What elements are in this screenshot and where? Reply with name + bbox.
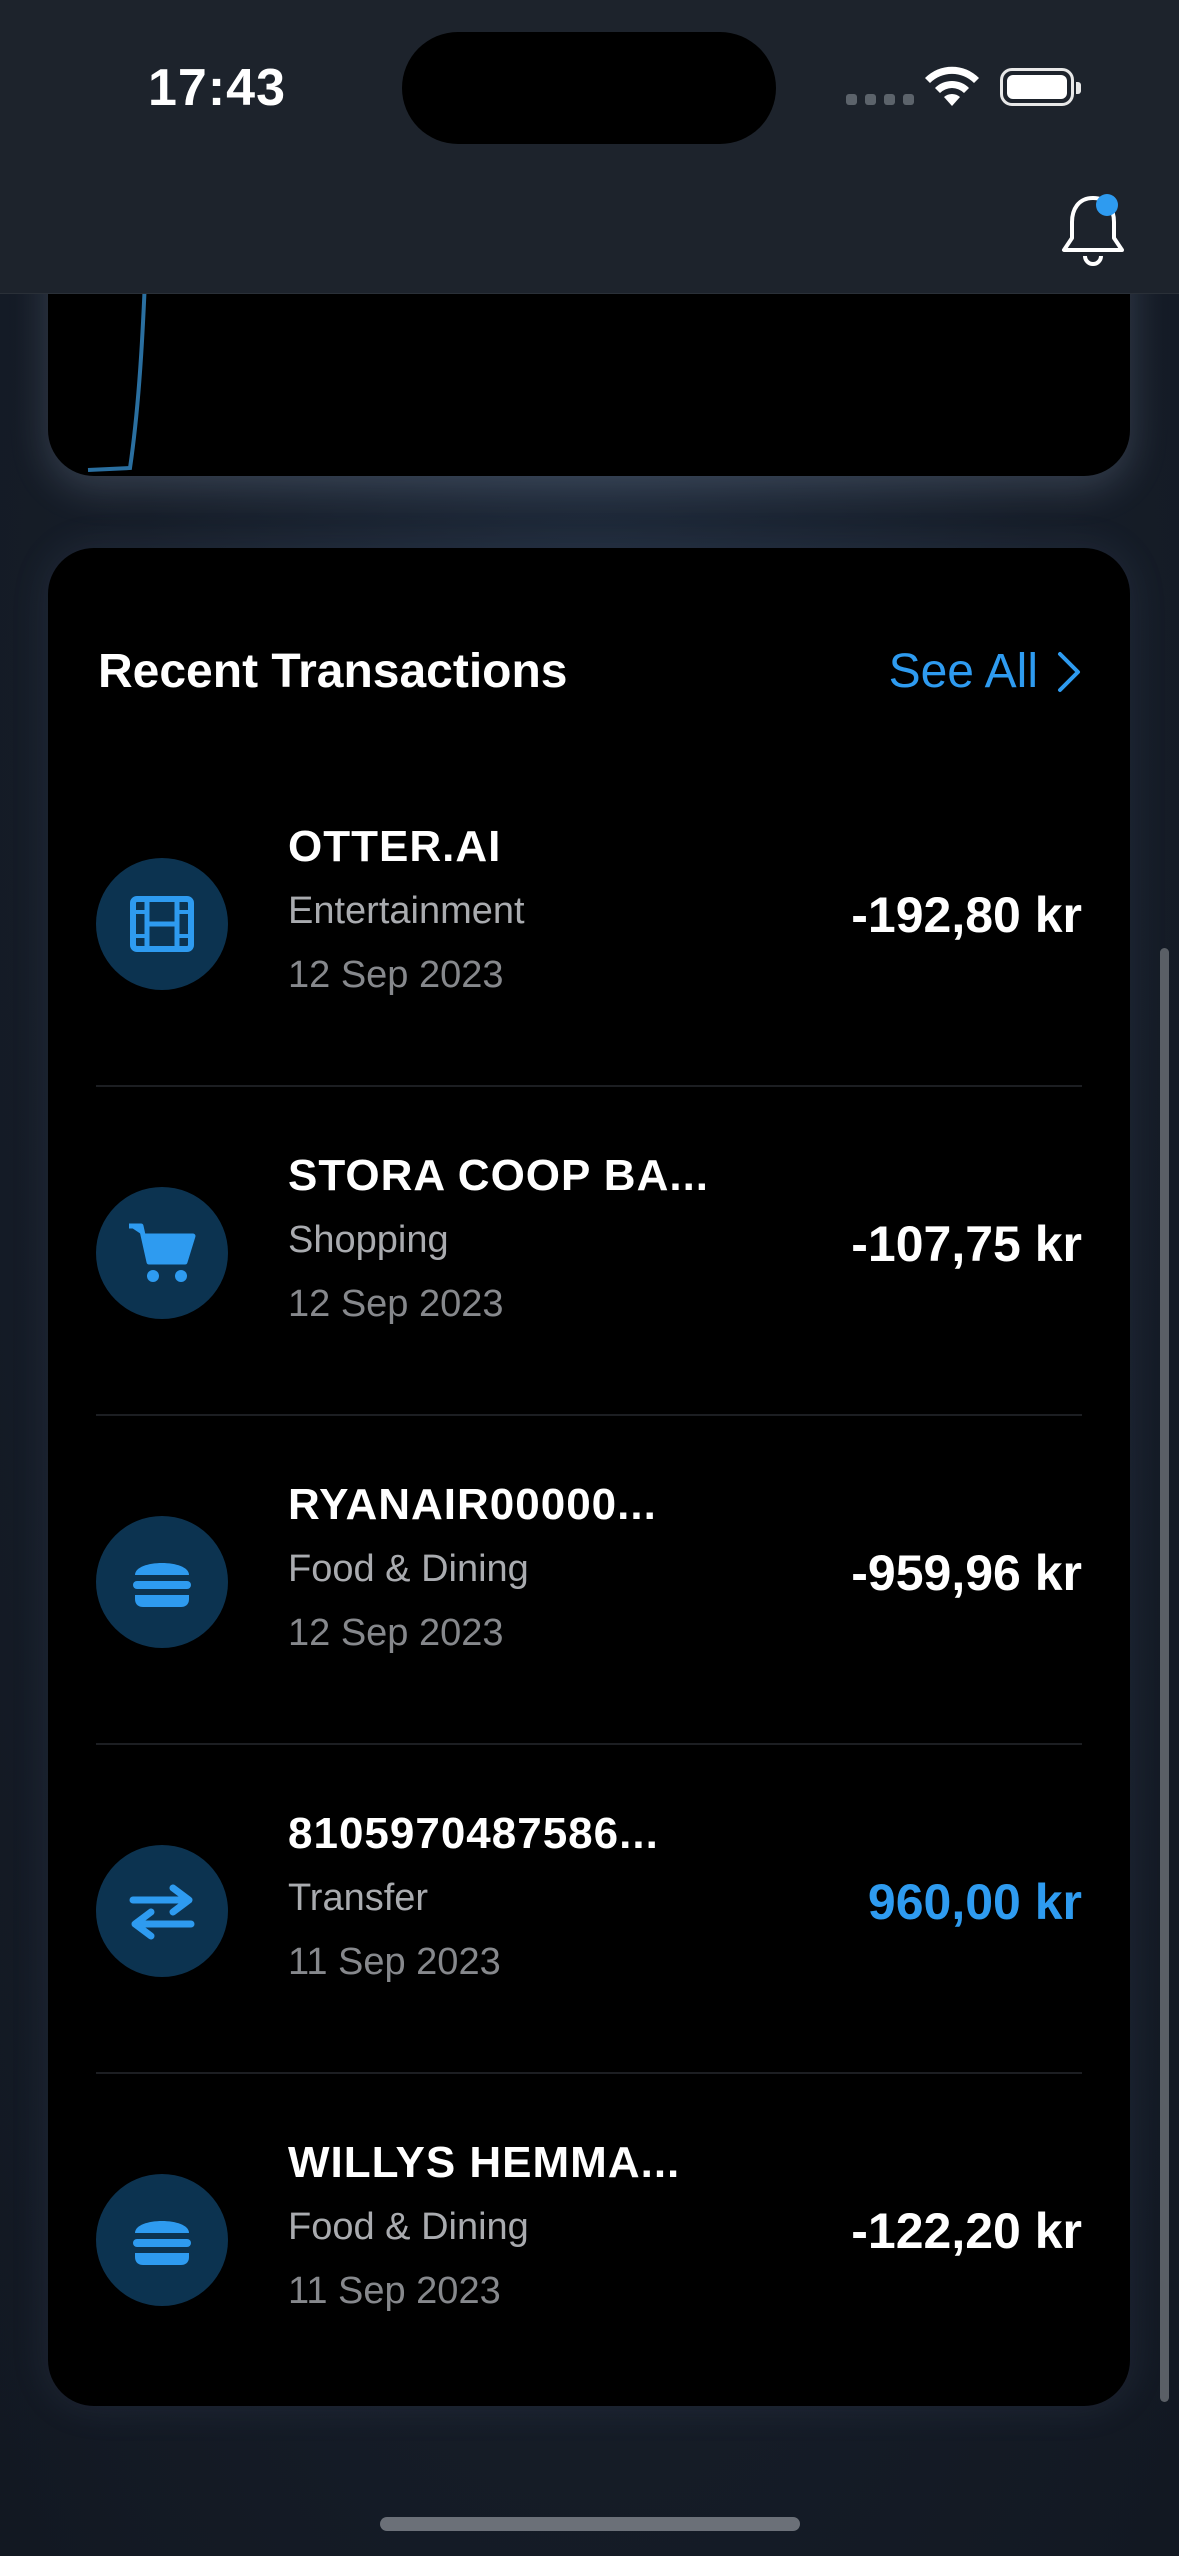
category-icon-badge: [96, 2174, 228, 2306]
merchant-name: STORA COOP BA...: [288, 1151, 710, 1200]
transaction-date: 12 Sep 2023: [288, 1283, 504, 1325]
merchant-name: WILLYS HEMMA...: [288, 2138, 681, 2187]
transaction-amount: -192,80 kr: [851, 887, 1082, 943]
transaction-category: Entertainment: [288, 890, 525, 932]
transaction-category: Food & Dining: [288, 2206, 529, 2248]
transaction-row[interactable]: OTTER.AI Entertainment 12 Sep 2023 -192,…: [96, 758, 1082, 1087]
film-icon: [130, 896, 194, 952]
section-title: Recent Transactions: [98, 645, 568, 698]
transaction-date: 11 Sep 2023: [288, 1941, 501, 1983]
wifi-icon: [925, 66, 979, 106]
transaction-category: Transfer: [288, 1877, 429, 1919]
status-time: 17:43: [148, 59, 286, 117]
see-all-label: See All: [888, 645, 1038, 698]
category-icon-badge: [96, 858, 228, 990]
category-icon-badge: [96, 1187, 228, 1319]
merchant-name: OTTER.AI: [288, 822, 502, 871]
category-icon-badge: [96, 1516, 228, 1648]
cart-icon: [129, 1223, 196, 1282]
transaction-category: Food & Dining: [288, 1548, 529, 1590]
transaction-amount: -959,96 kr: [851, 1545, 1082, 1601]
transaction-row[interactable]: 8105970487586... Transfer 11 Sep 2023 96…: [96, 1745, 1082, 2074]
merchant-name: 8105970487586...: [288, 1809, 659, 1858]
cellular-signal-icon: [846, 94, 914, 105]
see-all-button[interactable]: See All: [889, 644, 1082, 699]
scrollbar[interactable]: [1160, 948, 1169, 2402]
chevron-right-icon: [1058, 651, 1080, 692]
header-bar: 17:43: [0, 0, 1179, 294]
category-icon-badge: [96, 1845, 228, 1977]
burger-icon: [133, 1563, 191, 1607]
transaction-date: 11 Sep 2023: [288, 2270, 501, 2312]
transaction-row[interactable]: STORA COOP BA... Shopping 12 Sep 2023 -1…: [96, 1087, 1082, 1416]
transaction-category: Shopping: [288, 1219, 449, 1261]
transaction-amount: 960,00 kr: [867, 1874, 1082, 1930]
burger-icon: [133, 2221, 191, 2265]
dynamic-island: [402, 32, 776, 144]
transaction-amount: -107,75 kr: [851, 1216, 1082, 1272]
transaction-date: 12 Sep 2023: [288, 1612, 504, 1654]
recent-transactions-card: Recent Transactions See All OTTER.AI Ent…: [48, 548, 1130, 2406]
transaction-row[interactable]: WILLYS HEMMA... Food & Dining 11 Sep 202…: [96, 2074, 1082, 2403]
transaction-amount: -122,20 kr: [851, 2203, 1082, 2259]
notification-badge: [1096, 194, 1118, 216]
home-indicator[interactable]: [380, 2517, 800, 2531]
merchant-name: RYANAIR00000...: [288, 1480, 657, 1529]
battery-icon: [1000, 68, 1081, 106]
transaction-row[interactable]: RYANAIR00000... Food & Dining 12 Sep 202…: [96, 1416, 1082, 1745]
transaction-date: 12 Sep 2023: [288, 954, 504, 996]
transfer-icon: [129, 1884, 195, 1940]
